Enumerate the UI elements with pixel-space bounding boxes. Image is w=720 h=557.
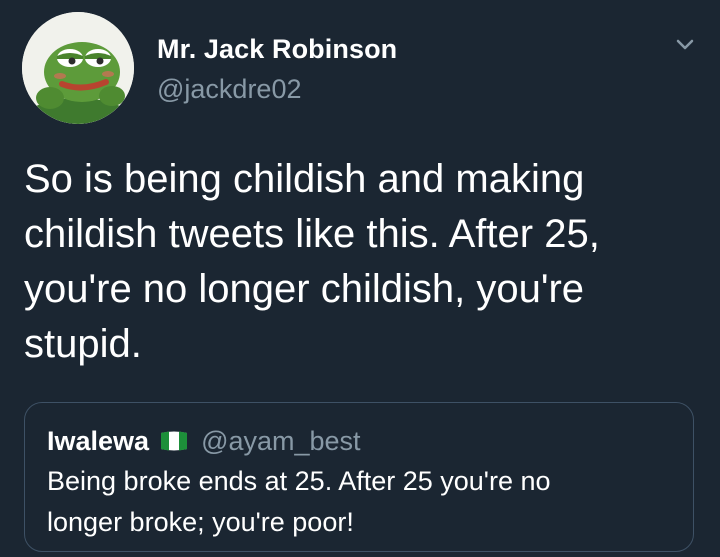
- tweet-card: Mr. Jack Robinson @jackdre02 So is being…: [0, 0, 720, 557]
- quoted-author-handle[interactable]: @ayam_best: [201, 426, 360, 457]
- quoted-tweet[interactable]: Iwalewa @ayam_best Being broke ends at 2…: [24, 402, 694, 552]
- tweet-text: So is being childish and making childish…: [24, 157, 600, 366]
- quoted-author-name[interactable]: Iwalewa: [47, 426, 149, 457]
- author-avatar[interactable]: [22, 12, 134, 124]
- nigeria-flag-icon: [159, 429, 189, 453]
- quoted-tweet-header: Iwalewa @ayam_best: [47, 425, 361, 457]
- author-handle[interactable]: @jackdre02: [157, 74, 301, 105]
- frog-avatar-icon: [22, 12, 134, 124]
- chevron-down-icon: [676, 39, 694, 50]
- tweet-menu-button[interactable]: [670, 30, 700, 60]
- author-display-name[interactable]: Mr. Jack Robinson: [157, 34, 397, 65]
- quoted-tweet-text: Being broke ends at 25. After 25 you're …: [47, 466, 551, 537]
